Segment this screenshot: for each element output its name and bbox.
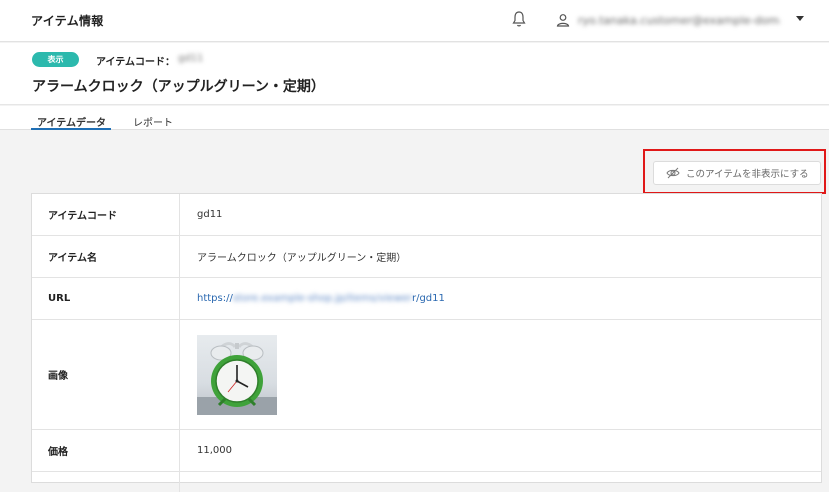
field-key xyxy=(32,472,180,492)
item-image xyxy=(197,334,277,415)
item-code-value: gd11 xyxy=(178,53,204,64)
url-hidden: store.example-shop.jp/items/viewer xyxy=(232,293,412,304)
user-email: ryo.tanaka.customer@example-domain.co.jp xyxy=(578,13,780,27)
tab-item-data[interactable]: アイテムデータ xyxy=(37,114,106,129)
field-key: アイテムコード xyxy=(32,194,180,235)
user-icon xyxy=(556,14,570,27)
table-row: 価格 11,000 xyxy=(32,430,821,472)
status-badge: 表示 xyxy=(32,52,79,67)
chevron-down-icon[interactable] xyxy=(796,16,804,21)
tab-report[interactable]: レポート xyxy=(133,114,173,129)
page-title: アラームクロック（アップルグリーン・定期） xyxy=(32,79,325,95)
field-key: 画像 xyxy=(32,320,180,429)
field-value: https://store.example-shop.jp/items/view… xyxy=(181,278,821,319)
top-bar: アイテム情報 ryo.tanaka.customer@example-domai… xyxy=(0,0,829,42)
field-value: 11,000 xyxy=(197,445,232,456)
table-row: アイテムコード gd11 xyxy=(32,194,821,236)
item-header: 表示 アイテムコード： gd11 アラームクロック（アップルグリーン・定期） xyxy=(0,43,829,105)
field-key: URL xyxy=(32,278,180,319)
field-value: アラームクロック（アップルグリーン・定期） xyxy=(197,253,407,264)
url-suffix: r/gd11 xyxy=(411,293,445,304)
field-value: gd11 xyxy=(197,209,223,220)
field-key: アイテム名 xyxy=(32,236,180,277)
hide-item-label: このアイテムを非表示にする xyxy=(686,169,809,180)
table-row xyxy=(32,472,821,492)
table-row: 画像 xyxy=(32,320,821,430)
hide-item-button[interactable]: このアイテムを非表示にする xyxy=(653,161,821,185)
user-menu[interactable]: ryo.tanaka.customer@example-domain.co.jp xyxy=(556,12,780,28)
item-data-table: アイテムコード gd11 アイテム名 アラームクロック（アップルグリーン・定期）… xyxy=(31,193,822,492)
url-prefix: https:// xyxy=(197,293,233,304)
table-row: URL https://store.example-shop.jp/items/… xyxy=(32,278,821,320)
eye-slash-icon xyxy=(666,167,680,179)
active-tab-indicator xyxy=(31,128,111,130)
app-title: アイテム情報 xyxy=(31,14,104,28)
alarm-clock-icon xyxy=(197,341,277,415)
table-row: アイテム名 アラームクロック（アップルグリーン・定期） xyxy=(32,236,821,278)
item-code-label: アイテムコード： xyxy=(96,57,175,68)
field-key: 価格 xyxy=(32,430,180,471)
tab-bar: アイテムデータ レポート xyxy=(0,106,829,130)
bell-icon[interactable] xyxy=(511,10,527,28)
item-url-link[interactable]: https://store.example-shop.jp/items/view… xyxy=(197,293,445,304)
field-value xyxy=(181,320,821,429)
